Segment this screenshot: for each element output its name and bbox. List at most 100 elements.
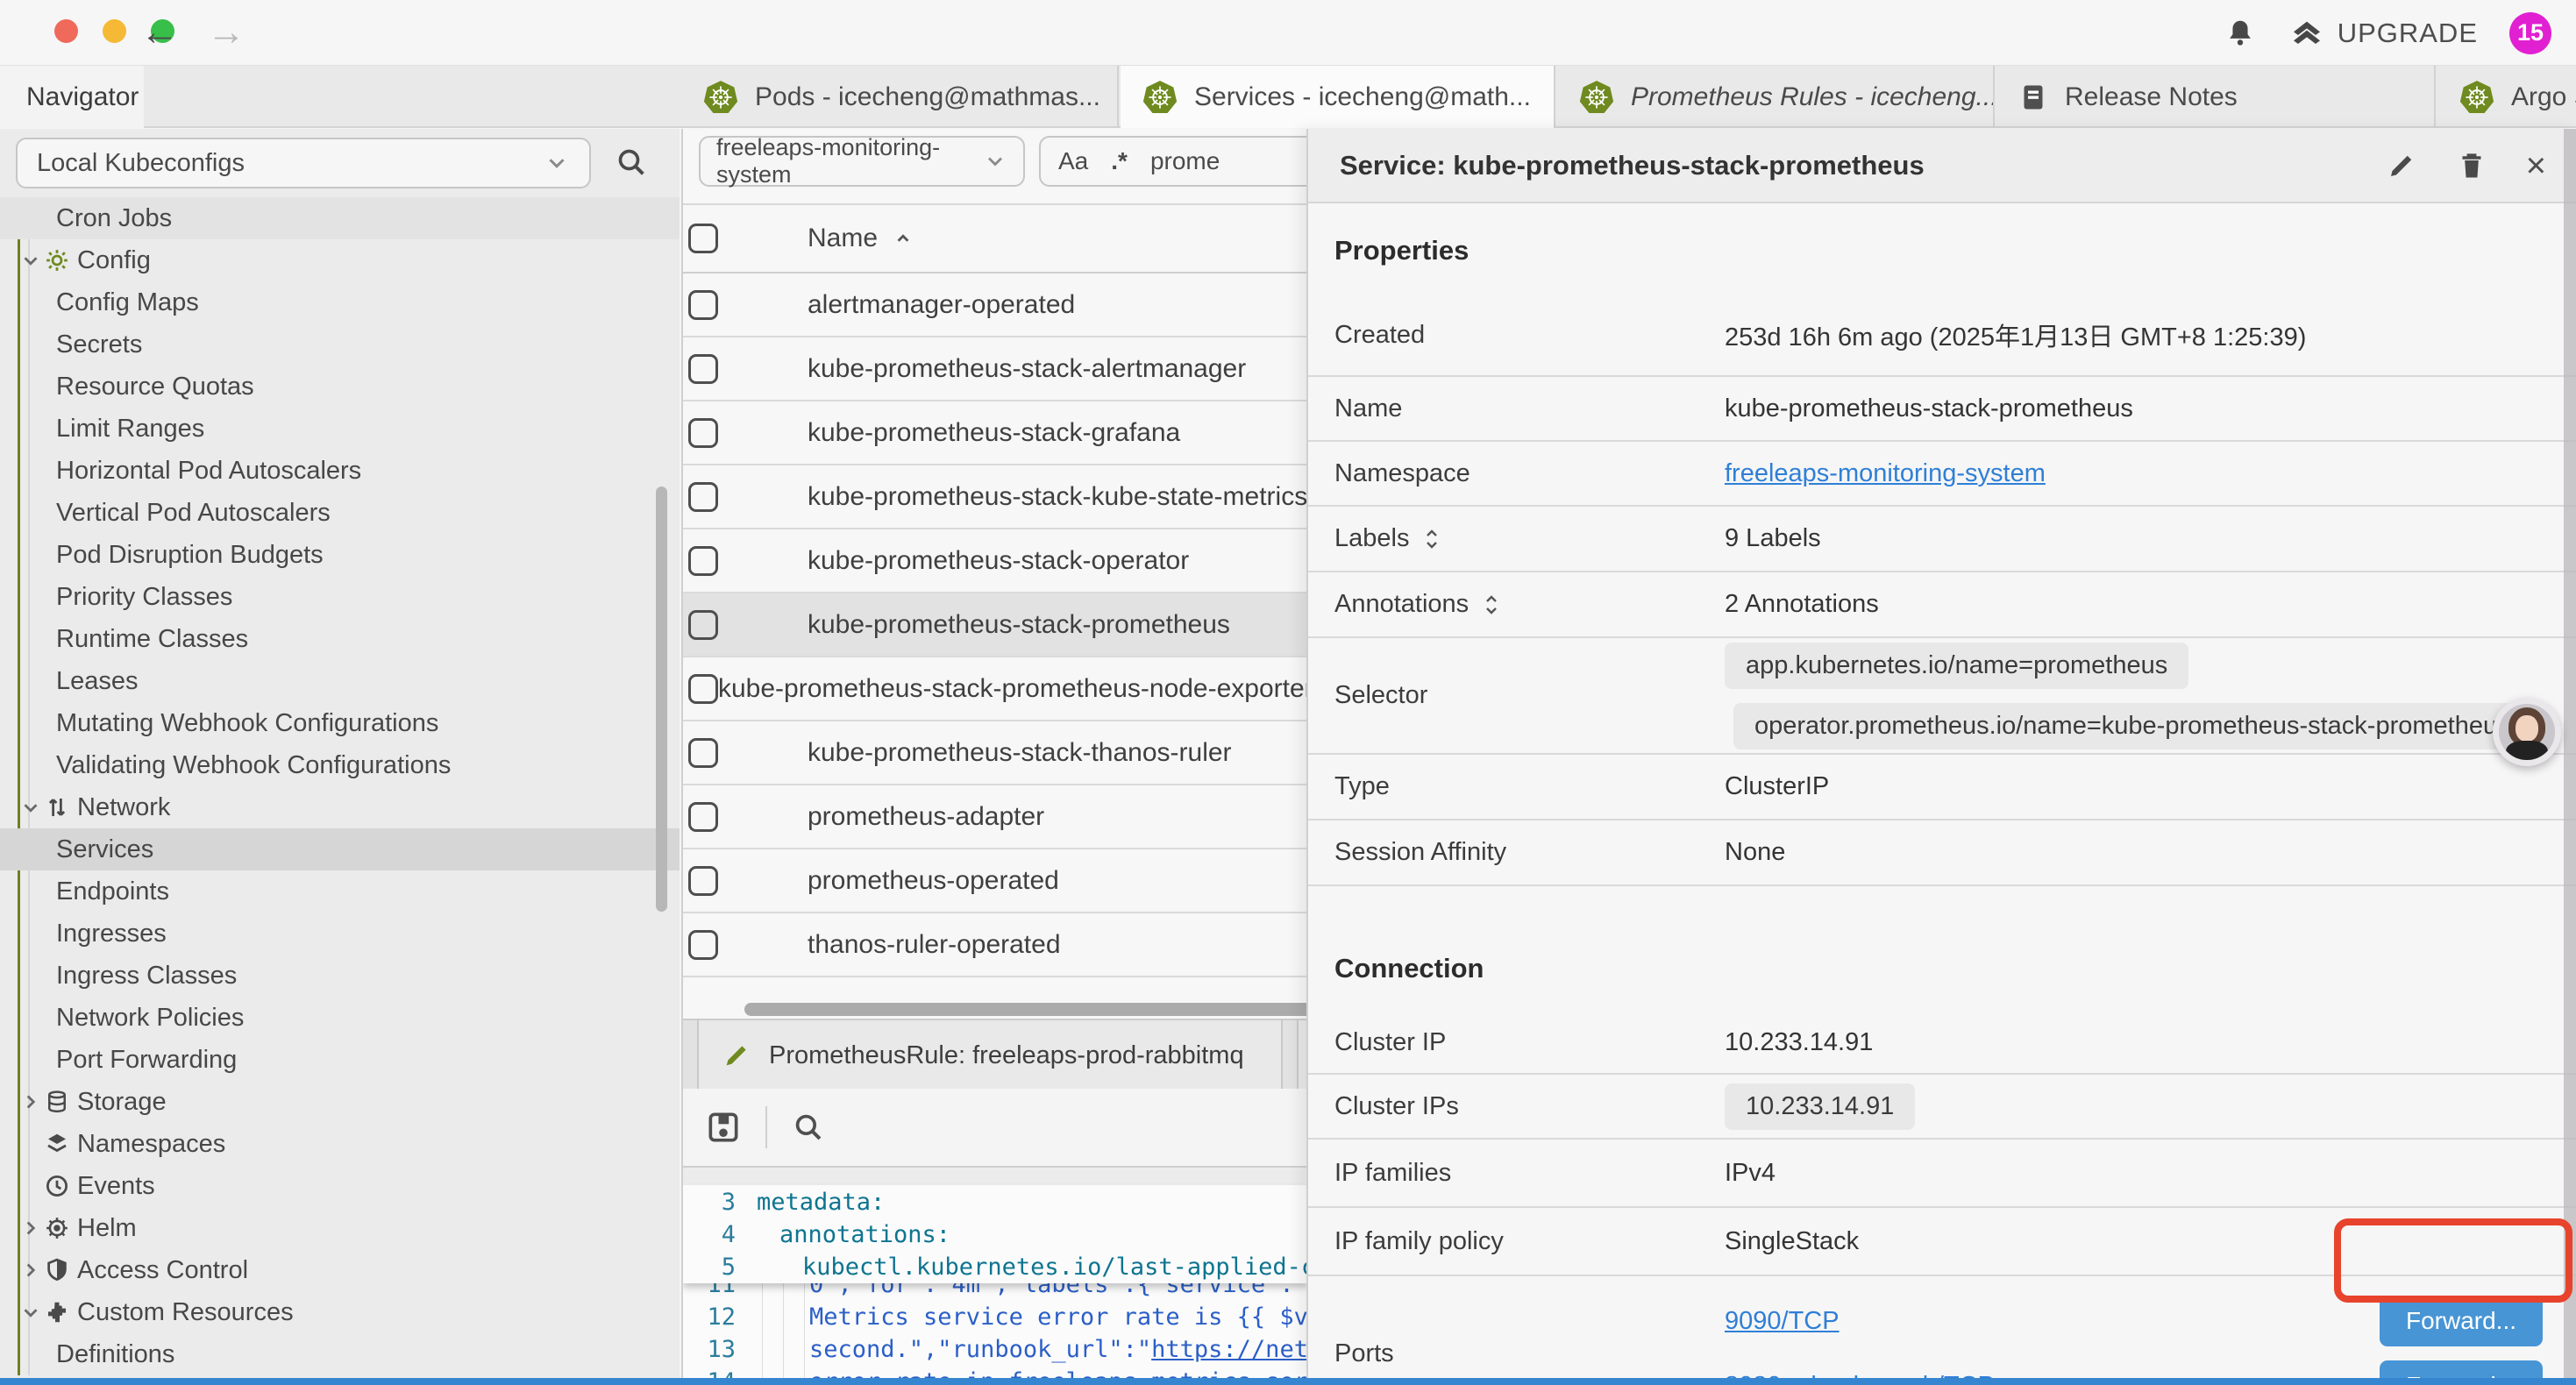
chevron-right-icon[interactable] xyxy=(19,1090,42,1113)
table-row-kube-prometheus-stack-prometheus[interactable]: kube-prometheus-stack-prometheus xyxy=(683,593,1306,657)
sidebar-item-network[interactable]: Network xyxy=(0,786,680,828)
user-avatar[interactable] xyxy=(2493,698,2561,766)
table-row-prometheus-operated[interactable]: prometheus-operated xyxy=(683,849,1306,913)
tab-pods-icecheng-mathmas[interactable]: Pods - icecheng@mathmas... xyxy=(681,66,1119,128)
forward-button[interactable]: Forward... xyxy=(2380,1296,2543,1346)
detail-scrollbar[interactable] xyxy=(2564,129,2576,1378)
row-checkbox[interactable] xyxy=(688,482,718,512)
sidebar-item-helm[interactable]: Helm xyxy=(0,1207,680,1249)
match-case-toggle[interactable]: Aa xyxy=(1058,147,1088,175)
row-checkbox[interactable] xyxy=(688,930,718,960)
port-link[interactable]: 8080:reloader-web/TCP xyxy=(1725,1372,1995,1379)
save-icon[interactable] xyxy=(704,1108,743,1147)
sidebar-item-mutating-webhook-configurations[interactable]: Mutating Webhook Configurations xyxy=(0,702,680,744)
sidebar-item-storage[interactable]: Storage xyxy=(0,1081,680,1123)
yaml-editor[interactable]: 110","for":"4m","labels":{"service":"12M… xyxy=(683,1185,1306,1378)
row-checkbox[interactable] xyxy=(688,290,718,320)
kubeconfig-select[interactable]: Local Kubeconfigs xyxy=(16,138,591,188)
row-checkbox[interactable] xyxy=(688,418,718,448)
sidebar-item-port-forwarding[interactable]: Port Forwarding xyxy=(0,1039,680,1081)
upgrade-button[interactable]: UPGRADE xyxy=(2288,16,2478,51)
name-column-header[interactable]: Name xyxy=(808,224,914,253)
sort-toggle-icon[interactable] xyxy=(1481,592,1502,618)
sidebar-item-namespaces[interactable]: Namespaces xyxy=(0,1123,680,1165)
sidebar-scrollbar[interactable] xyxy=(656,487,667,912)
sidebar-item-horizontal-pod-autoscalers[interactable]: Horizontal Pod Autoscalers xyxy=(0,450,680,492)
chevron-right-icon[interactable] xyxy=(19,1217,42,1239)
sidebar-item-access-control[interactable]: Access Control xyxy=(0,1249,680,1291)
tab-release-notes[interactable]: Release Notes xyxy=(1996,66,2436,128)
tab-services-icecheng-math[interactable]: Services - icecheng@math...× xyxy=(1121,66,1555,128)
sidebar-item-vertical-pod-autoscalers[interactable]: Vertical Pod Autoscalers xyxy=(0,492,680,534)
port-link[interactable]: 9090/TCP xyxy=(1725,1307,1839,1336)
sidebar-item-endpoints[interactable]: Endpoints xyxy=(0,870,680,913)
bell-icon[interactable] xyxy=(2224,16,2257,51)
chevron-down-icon[interactable] xyxy=(19,1301,42,1324)
edit-icon[interactable] xyxy=(2386,150,2417,181)
sidebar-item-custom-resources[interactable]: Custom Resources xyxy=(0,1291,680,1333)
sidebar-item-events[interactable]: Events xyxy=(0,1165,680,1207)
sidebar-item-network-policies[interactable]: Network Policies xyxy=(0,997,680,1039)
sidebar-item-ingress-classes[interactable]: Ingress Classes xyxy=(0,955,680,997)
notification-count-badge[interactable]: 15 xyxy=(2509,12,2551,54)
sidebar-item-definitions[interactable]: Definitions xyxy=(0,1333,680,1375)
table-row-kube-prometheus-stack-grafana[interactable]: kube-prometheus-stack-grafana xyxy=(683,401,1306,465)
chevron-down-icon[interactable] xyxy=(19,249,42,272)
chevron-right-icon[interactable] xyxy=(19,1259,42,1282)
filter-input[interactable]: Aa .* prome xyxy=(1039,136,1306,187)
navigator-panel-tab[interactable]: Navigator xyxy=(0,66,144,128)
row-checkbox[interactable] xyxy=(688,674,718,704)
tab-argo-se[interactable]: Argo Se xyxy=(2437,66,2576,128)
tab-prometheus-rules-icecheng[interactable]: Prometheus Rules - icecheng... xyxy=(1557,66,1995,128)
sidebar-item-priority-classes[interactable]: Priority Classes xyxy=(0,576,680,618)
sidebar-item-runtime-classes[interactable]: Runtime Classes xyxy=(0,618,680,660)
regex-toggle[interactable]: .* xyxy=(1111,147,1128,175)
row-checkbox[interactable] xyxy=(688,802,718,832)
editor-tab-partial[interactable] xyxy=(1297,1020,1306,1090)
close-icon[interactable]: × xyxy=(2526,148,2546,183)
table-row-kube-prometheus-stack-thanos-ruler[interactable]: kube-prometheus-stack-thanos-ruler xyxy=(683,721,1306,785)
sidebar-item-secrets[interactable]: Secrets xyxy=(0,323,680,366)
row-checkbox[interactable] xyxy=(688,610,718,640)
editor-search-icon[interactable] xyxy=(790,1109,827,1146)
table-row-prometheus-adapter[interactable]: prometheus-adapter xyxy=(683,785,1306,849)
sidebar-item-ingresses[interactable]: Ingresses xyxy=(0,913,680,955)
detail-row-label: Name xyxy=(1334,394,1725,423)
select-all-checkbox[interactable] xyxy=(688,224,718,253)
table-row-alertmanager-operated[interactable]: alertmanager-operated xyxy=(683,273,1306,337)
service-name: prometheus-operated xyxy=(808,866,1059,896)
sidebar-item-limit-ranges[interactable]: Limit Ranges xyxy=(0,408,680,450)
namespace-select[interactable]: freeleaps-monitoring-system xyxy=(699,136,1025,187)
delete-icon[interactable] xyxy=(2456,150,2487,181)
row-checkbox[interactable] xyxy=(688,546,718,576)
back-arrow-icon[interactable]: ← xyxy=(140,9,179,56)
sidebar-item-config[interactable]: Config xyxy=(0,239,680,281)
sidebar-item-pod-disruption-budgets[interactable]: Pod Disruption Budgets xyxy=(0,534,680,576)
sidebar-item-services[interactable]: Services xyxy=(0,828,680,870)
row-checkbox[interactable] xyxy=(688,354,718,384)
sidebar-item-config-maps[interactable]: Config Maps xyxy=(0,281,680,323)
table-row-thanos-ruler-operated[interactable]: thanos-ruler-operated xyxy=(683,913,1306,977)
service-name: kube-prometheus-stack-kube-state-metrics xyxy=(808,482,1306,512)
table-row-kube-prometheus-stack-prometheus-node-exporter[interactable]: kube-prometheus-stack-prometheus-node-ex… xyxy=(683,657,1306,721)
forward-button[interactable]: Forward... xyxy=(2380,1360,2543,1378)
table-row-kube-prometheus-stack-alertmanager[interactable]: kube-prometheus-stack-alertmanager xyxy=(683,337,1306,401)
window-minimize-button[interactable] xyxy=(103,19,126,43)
sidebar-item-resource-quotas[interactable]: Resource Quotas xyxy=(0,366,680,408)
row-checkbox[interactable] xyxy=(688,866,718,896)
sidebar-item-validating-webhook-configurations[interactable]: Validating Webhook Configurations xyxy=(0,744,680,786)
forward-arrow-icon[interactable]: → xyxy=(207,9,246,56)
editor-tab-prometheusrule-freeleaps-prod-rabbitmq[interactable]: PrometheusRule: freeleaps-prod-rabbitmq xyxy=(697,1020,1283,1090)
search-icon[interactable] xyxy=(614,145,649,180)
chevron-down-icon[interactable] xyxy=(19,796,42,819)
sidebar-item-cron-jobs[interactable]: Cron Jobs xyxy=(0,197,680,239)
table-row-kube-prometheus-stack-kube-state-metrics[interactable]: kube-prometheus-stack-kube-state-metrics xyxy=(683,465,1306,529)
row-checkbox[interactable] xyxy=(688,738,718,768)
namespace-link[interactable]: freeleaps-monitoring-system xyxy=(1725,459,2046,488)
detail-row-value: ClusterIP xyxy=(1725,772,1829,801)
horizontal-scrollbar[interactable] xyxy=(744,1003,1306,1016)
sort-toggle-icon[interactable] xyxy=(1421,526,1442,552)
sidebar-item-leases[interactable]: Leases xyxy=(0,660,680,702)
window-close-button[interactable] xyxy=(54,19,78,43)
table-row-kube-prometheus-stack-operator[interactable]: kube-prometheus-stack-operator xyxy=(683,529,1306,593)
